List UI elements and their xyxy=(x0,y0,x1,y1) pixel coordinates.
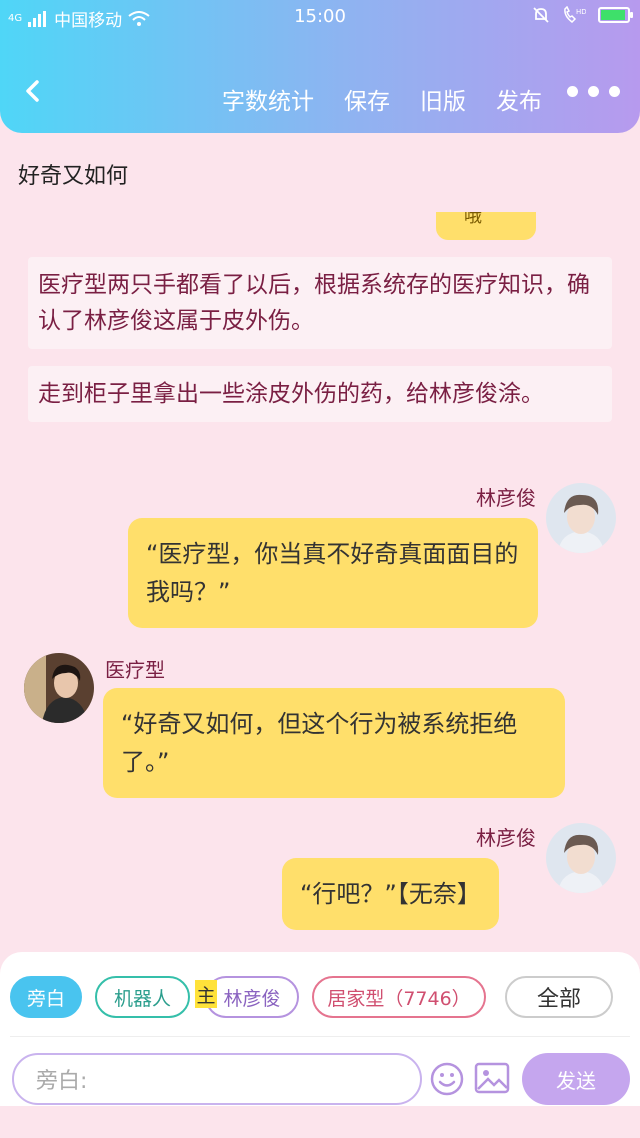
input-placeholder: 旁白: xyxy=(36,1069,88,1094)
app-header: 4G 中国移动 15:00 HD 字数统计 保存 旧版 发布 xyxy=(0,0,640,133)
chat-bubble-partial: 哦 xyxy=(436,212,536,240)
old-version-button[interactable]: 旧版 xyxy=(420,82,466,116)
avatar[interactable] xyxy=(546,823,616,893)
chat-bubble[interactable]: “医疗型，你当真不好奇真面面目的我吗？” xyxy=(128,518,538,628)
speaker-name: 林彦俊 xyxy=(476,486,536,510)
mute-bell-icon xyxy=(533,7,549,23)
publish-button[interactable]: 发布 xyxy=(496,82,542,116)
send-button[interactable]: 发送 xyxy=(522,1053,630,1105)
role-chip-lin[interactable]: 林彦俊 xyxy=(205,976,299,1018)
document-title: 好奇又如何 xyxy=(18,164,129,189)
role-chip-home[interactable]: 居家型（7746） xyxy=(312,976,486,1018)
more-options-icon[interactable] xyxy=(567,86,620,97)
message-input[interactable]: 旁白: xyxy=(12,1053,422,1105)
battery-icon xyxy=(598,7,633,23)
chat-bubble[interactable]: “好奇又如何，但这个行为被系统拒绝了。” xyxy=(103,688,565,798)
status-bar: 4G 中国移动 15:00 HD xyxy=(0,0,640,34)
hd-call-icon: HD xyxy=(564,6,586,23)
save-button[interactable]: 保存 xyxy=(344,82,390,116)
nav-bar: 字数统计 保存 旧版 发布 xyxy=(0,72,640,122)
chat-bubble[interactable]: “行吧？”【无奈】 xyxy=(282,858,499,930)
chat-area[interactable]: 哦 医疗型两只手都看了以后，根据系统存的医疗知识，确认了林彦俊这属于皮外伤。 走… xyxy=(0,212,640,952)
main-role-badge: 主 xyxy=(195,980,217,1008)
role-selector: 旁白 机器人 林彦俊 居家型（7746） 全部 xyxy=(0,976,640,1020)
divider xyxy=(10,1036,630,1037)
role-chip-robot[interactable]: 机器人 xyxy=(95,976,190,1018)
avatar[interactable] xyxy=(24,653,94,723)
all-roles-button[interactable]: 全部 xyxy=(505,976,613,1018)
narration-block[interactable]: 医疗型两只手都看了以后，根据系统存的医疗知识，确认了林彦俊这属于皮外伤。 xyxy=(28,257,612,349)
narration-block[interactable]: 走到柜子里拿出一些涂皮外伤的药，给林彦俊涂。 xyxy=(28,366,612,422)
image-icon[interactable] xyxy=(474,1062,510,1094)
back-arrow-icon[interactable] xyxy=(22,80,44,102)
word-count-button[interactable]: 字数统计 xyxy=(222,82,314,116)
role-chip-narration[interactable]: 旁白 xyxy=(10,976,82,1018)
avatar[interactable] xyxy=(546,483,616,553)
emoji-icon[interactable] xyxy=(430,1062,464,1096)
svg-text:HD: HD xyxy=(576,8,586,16)
speaker-name: 医疗型 xyxy=(105,658,165,682)
speaker-name: 林彦俊 xyxy=(476,826,536,850)
bottom-bar xyxy=(0,1106,640,1138)
